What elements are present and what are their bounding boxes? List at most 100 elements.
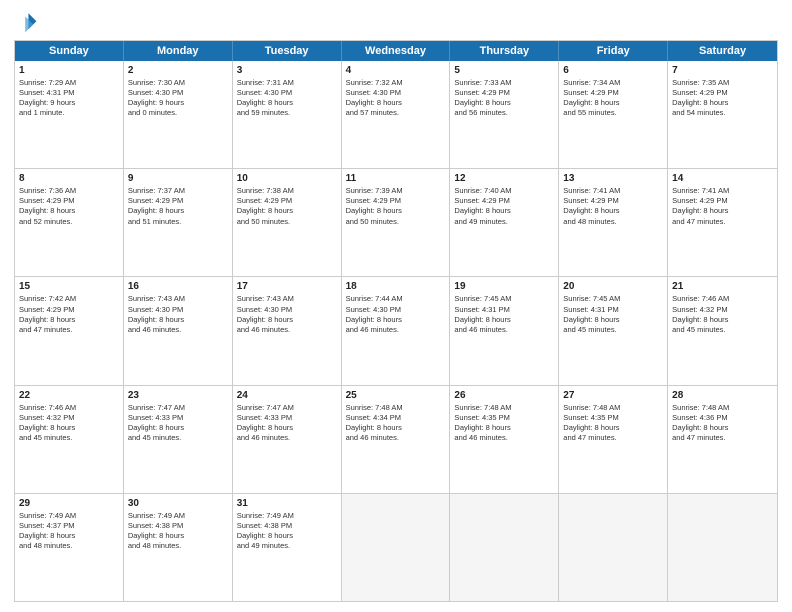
day-number: 6: [563, 64, 663, 77]
day-number: 11: [346, 172, 446, 185]
calendar-cell: 10Sunrise: 7:38 AM Sunset: 4:29 PM Dayli…: [233, 169, 342, 276]
cell-info: Sunrise: 7:47 AM Sunset: 4:33 PM Dayligh…: [128, 403, 185, 442]
day-number: 20: [563, 280, 663, 293]
header: [14, 10, 778, 34]
day-number: 19: [454, 280, 554, 293]
calendar-row: 1Sunrise: 7:29 AM Sunset: 4:31 PM Daylig…: [15, 61, 777, 168]
cell-info: Sunrise: 7:46 AM Sunset: 4:32 PM Dayligh…: [672, 294, 729, 333]
calendar-cell: 13Sunrise: 7:41 AM Sunset: 4:29 PM Dayli…: [559, 169, 668, 276]
cell-info: Sunrise: 7:34 AM Sunset: 4:29 PM Dayligh…: [563, 78, 620, 117]
cell-info: Sunrise: 7:41 AM Sunset: 4:29 PM Dayligh…: [563, 186, 620, 225]
day-number: 13: [563, 172, 663, 185]
calendar-header: SundayMondayTuesdayWednesdayThursdayFrid…: [15, 41, 777, 61]
cell-info: Sunrise: 7:43 AM Sunset: 4:30 PM Dayligh…: [237, 294, 294, 333]
calendar-cell: 28Sunrise: 7:48 AM Sunset: 4:36 PM Dayli…: [668, 386, 777, 493]
day-number: 3: [237, 64, 337, 77]
weekday-header: Tuesday: [233, 41, 342, 61]
calendar-cell: 7Sunrise: 7:35 AM Sunset: 4:29 PM Daylig…: [668, 61, 777, 168]
day-number: 29: [19, 497, 119, 510]
calendar-cell: 22Sunrise: 7:46 AM Sunset: 4:32 PM Dayli…: [15, 386, 124, 493]
calendar-cell: [668, 494, 777, 601]
cell-info: Sunrise: 7:45 AM Sunset: 4:31 PM Dayligh…: [454, 294, 511, 333]
cell-info: Sunrise: 7:42 AM Sunset: 4:29 PM Dayligh…: [19, 294, 76, 333]
calendar-cell: 21Sunrise: 7:46 AM Sunset: 4:32 PM Dayli…: [668, 277, 777, 384]
cell-info: Sunrise: 7:41 AM Sunset: 4:29 PM Dayligh…: [672, 186, 729, 225]
cell-info: Sunrise: 7:43 AM Sunset: 4:30 PM Dayligh…: [128, 294, 185, 333]
day-number: 15: [19, 280, 119, 293]
calendar-cell: 15Sunrise: 7:42 AM Sunset: 4:29 PM Dayli…: [15, 277, 124, 384]
cell-info: Sunrise: 7:32 AM Sunset: 4:30 PM Dayligh…: [346, 78, 403, 117]
cell-info: Sunrise: 7:46 AM Sunset: 4:32 PM Dayligh…: [19, 403, 76, 442]
day-number: 14: [672, 172, 773, 185]
cell-info: Sunrise: 7:45 AM Sunset: 4:31 PM Dayligh…: [563, 294, 620, 333]
day-number: 22: [19, 389, 119, 402]
cell-info: Sunrise: 7:49 AM Sunset: 4:38 PM Dayligh…: [128, 511, 185, 550]
cell-info: Sunrise: 7:30 AM Sunset: 4:30 PM Dayligh…: [128, 78, 185, 117]
page: SundayMondayTuesdayWednesdayThursdayFrid…: [0, 0, 792, 612]
weekday-header: Thursday: [450, 41, 559, 61]
calendar-cell: 24Sunrise: 7:47 AM Sunset: 4:33 PM Dayli…: [233, 386, 342, 493]
calendar-cell: 3Sunrise: 7:31 AM Sunset: 4:30 PM Daylig…: [233, 61, 342, 168]
logo: [14, 10, 42, 34]
day-number: 10: [237, 172, 337, 185]
calendar-cell: [342, 494, 451, 601]
cell-info: Sunrise: 7:40 AM Sunset: 4:29 PM Dayligh…: [454, 186, 511, 225]
calendar-cell: 19Sunrise: 7:45 AM Sunset: 4:31 PM Dayli…: [450, 277, 559, 384]
cell-info: Sunrise: 7:48 AM Sunset: 4:35 PM Dayligh…: [563, 403, 620, 442]
day-number: 5: [454, 64, 554, 77]
cell-info: Sunrise: 7:44 AM Sunset: 4:30 PM Dayligh…: [346, 294, 403, 333]
day-number: 7: [672, 64, 773, 77]
day-number: 1: [19, 64, 119, 77]
cell-info: Sunrise: 7:35 AM Sunset: 4:29 PM Dayligh…: [672, 78, 729, 117]
calendar: SundayMondayTuesdayWednesdayThursdayFrid…: [14, 40, 778, 602]
calendar-cell: 9Sunrise: 7:37 AM Sunset: 4:29 PM Daylig…: [124, 169, 233, 276]
calendar-cell: 31Sunrise: 7:49 AM Sunset: 4:38 PM Dayli…: [233, 494, 342, 601]
calendar-cell: 20Sunrise: 7:45 AM Sunset: 4:31 PM Dayli…: [559, 277, 668, 384]
calendar-cell: 18Sunrise: 7:44 AM Sunset: 4:30 PM Dayli…: [342, 277, 451, 384]
calendar-cell: [559, 494, 668, 601]
cell-info: Sunrise: 7:37 AM Sunset: 4:29 PM Dayligh…: [128, 186, 185, 225]
calendar-cell: 25Sunrise: 7:48 AM Sunset: 4:34 PM Dayli…: [342, 386, 451, 493]
calendar-cell: 17Sunrise: 7:43 AM Sunset: 4:30 PM Dayli…: [233, 277, 342, 384]
day-number: 4: [346, 64, 446, 77]
cell-info: Sunrise: 7:47 AM Sunset: 4:33 PM Dayligh…: [237, 403, 294, 442]
day-number: 8: [19, 172, 119, 185]
calendar-cell: 1Sunrise: 7:29 AM Sunset: 4:31 PM Daylig…: [15, 61, 124, 168]
day-number: 25: [346, 389, 446, 402]
calendar-cell: 29Sunrise: 7:49 AM Sunset: 4:37 PM Dayli…: [15, 494, 124, 601]
day-number: 21: [672, 280, 773, 293]
weekday-header: Friday: [559, 41, 668, 61]
calendar-row: 8Sunrise: 7:36 AM Sunset: 4:29 PM Daylig…: [15, 168, 777, 276]
weekday-header: Wednesday: [342, 41, 451, 61]
day-number: 2: [128, 64, 228, 77]
weekday-header: Sunday: [15, 41, 124, 61]
day-number: 27: [563, 389, 663, 402]
day-number: 30: [128, 497, 228, 510]
calendar-cell: 26Sunrise: 7:48 AM Sunset: 4:35 PM Dayli…: [450, 386, 559, 493]
calendar-body: 1Sunrise: 7:29 AM Sunset: 4:31 PM Daylig…: [15, 61, 777, 601]
day-number: 23: [128, 389, 228, 402]
cell-info: Sunrise: 7:48 AM Sunset: 4:34 PM Dayligh…: [346, 403, 403, 442]
calendar-cell: 14Sunrise: 7:41 AM Sunset: 4:29 PM Dayli…: [668, 169, 777, 276]
day-number: 31: [237, 497, 337, 510]
calendar-row: 22Sunrise: 7:46 AM Sunset: 4:32 PM Dayli…: [15, 385, 777, 493]
calendar-cell: 5Sunrise: 7:33 AM Sunset: 4:29 PM Daylig…: [450, 61, 559, 168]
day-number: 18: [346, 280, 446, 293]
cell-info: Sunrise: 7:29 AM Sunset: 4:31 PM Dayligh…: [19, 78, 76, 117]
calendar-cell: 4Sunrise: 7:32 AM Sunset: 4:30 PM Daylig…: [342, 61, 451, 168]
day-number: 28: [672, 389, 773, 402]
day-number: 9: [128, 172, 228, 185]
cell-info: Sunrise: 7:48 AM Sunset: 4:35 PM Dayligh…: [454, 403, 511, 442]
calendar-cell: 12Sunrise: 7:40 AM Sunset: 4:29 PM Dayli…: [450, 169, 559, 276]
calendar-row: 15Sunrise: 7:42 AM Sunset: 4:29 PM Dayli…: [15, 276, 777, 384]
cell-info: Sunrise: 7:49 AM Sunset: 4:37 PM Dayligh…: [19, 511, 76, 550]
logo-icon: [14, 10, 38, 34]
day-number: 16: [128, 280, 228, 293]
calendar-cell: 8Sunrise: 7:36 AM Sunset: 4:29 PM Daylig…: [15, 169, 124, 276]
cell-info: Sunrise: 7:48 AM Sunset: 4:36 PM Dayligh…: [672, 403, 729, 442]
cell-info: Sunrise: 7:33 AM Sunset: 4:29 PM Dayligh…: [454, 78, 511, 117]
cell-info: Sunrise: 7:36 AM Sunset: 4:29 PM Dayligh…: [19, 186, 76, 225]
cell-info: Sunrise: 7:39 AM Sunset: 4:29 PM Dayligh…: [346, 186, 403, 225]
calendar-cell: 2Sunrise: 7:30 AM Sunset: 4:30 PM Daylig…: [124, 61, 233, 168]
day-number: 12: [454, 172, 554, 185]
